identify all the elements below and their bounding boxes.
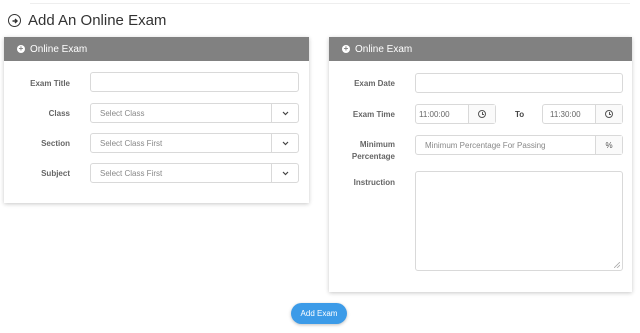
chevron-down-icon[interactable] [271, 164, 298, 182]
online-exam-card-right: + Online Exam Exam Date Exam Time 11:00:… [329, 37, 632, 292]
card-header: + Online Exam [4, 37, 309, 61]
subject-label: Subject [41, 169, 70, 178]
plus-circle-icon: + [17, 44, 25, 53]
page-title: Add An Online Exam [28, 12, 167, 29]
exam-time-to-label: To [515, 110, 525, 119]
plus-circle-icon: + [342, 44, 350, 53]
class-select[interactable]: Select Class [90, 103, 299, 123]
class-label: Class [48, 109, 70, 118]
resize-handle-icon[interactable] [614, 262, 620, 268]
clock-icon[interactable] [595, 105, 622, 123]
exam-title-label: Exam Title [30, 79, 70, 88]
top-divider [30, 3, 630, 4]
percent-addon: % [595, 136, 622, 154]
subject-select[interactable]: Select Class First [90, 163, 299, 183]
exam-title-input[interactable] [90, 72, 299, 92]
add-exam-button[interactable]: Add Exam [291, 303, 347, 324]
minimum-percentage-input[interactable]: Minimum Percentage For Passing % [415, 135, 623, 155]
minimum-percentage-label-line2: Percentage [351, 152, 395, 161]
chevron-down-icon[interactable] [271, 104, 298, 122]
exam-time-label: Exam Time [352, 110, 395, 119]
page-header: Add An Online Exam [8, 12, 166, 29]
exam-time-to-input[interactable]: 11:30:00 [542, 104, 623, 124]
chevron-down-icon[interactable] [271, 134, 298, 152]
card-header: + Online Exam [329, 37, 632, 61]
section-select[interactable]: Select Class First [90, 133, 299, 153]
exam-time-from-input[interactable]: 11:00:00 [415, 104, 496, 124]
exam-date-input[interactable] [415, 73, 623, 93]
card-title: Online Exam [355, 43, 413, 55]
minimum-percentage-label-line1: Minimum [359, 140, 395, 149]
section-label: Section [41, 139, 70, 148]
card-title: Online Exam [30, 43, 88, 55]
circle-arrow-right-icon [8, 14, 21, 27]
online-exam-card-left: + Online Exam Exam Title Class Select Cl… [4, 37, 309, 203]
exam-date-label: Exam Date [354, 79, 395, 88]
instruction-textarea[interactable] [415, 171, 623, 271]
instruction-label: Instruction [353, 178, 395, 187]
clock-icon[interactable] [468, 105, 495, 123]
